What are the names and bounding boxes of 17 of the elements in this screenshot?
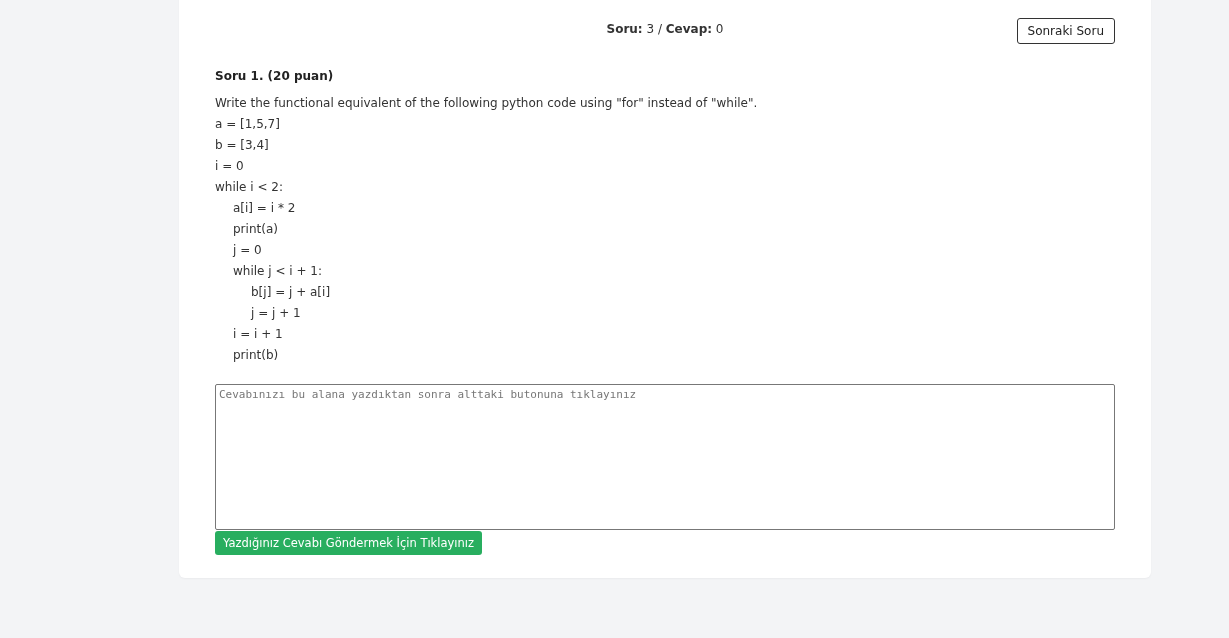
answer-field[interactable]: Cevabınızı bu alana yazdıktan sonra alttaki butonuna tıklayınız — [215, 384, 1115, 530]
code-line: a = [1,5,7] — [215, 116, 281, 133]
code-line: j = j + 1 — [251, 305, 302, 322]
code-line: b[j] = j + a[i] — [251, 284, 332, 301]
question-title: Soru 1. (20 puan) — [215, 69, 335, 83]
next-question-button[interactable]: Sonraki Soru — [1016, 18, 1115, 44]
code-line: b = [3,4] — [215, 137, 270, 154]
code-line: j = 0 — [233, 242, 263, 259]
question-prompt: Write the functional equivalent of the following python code using "for" instead of "while". — [215, 95, 759, 112]
code-line: i = 0 — [215, 158, 245, 175]
code-line: print(b) — [233, 347, 280, 364]
question-status: Soru: 3 / Cevap: 0 — [606, 22, 724, 36]
code-line: print(a) — [233, 221, 279, 238]
code-line: i = i + 1 — [233, 326, 284, 343]
code-line: while i < 2: — [215, 179, 284, 196]
code-line: while j < i + 1: — [233, 263, 323, 280]
code-line: a[i] = i * 2 — [233, 200, 297, 217]
